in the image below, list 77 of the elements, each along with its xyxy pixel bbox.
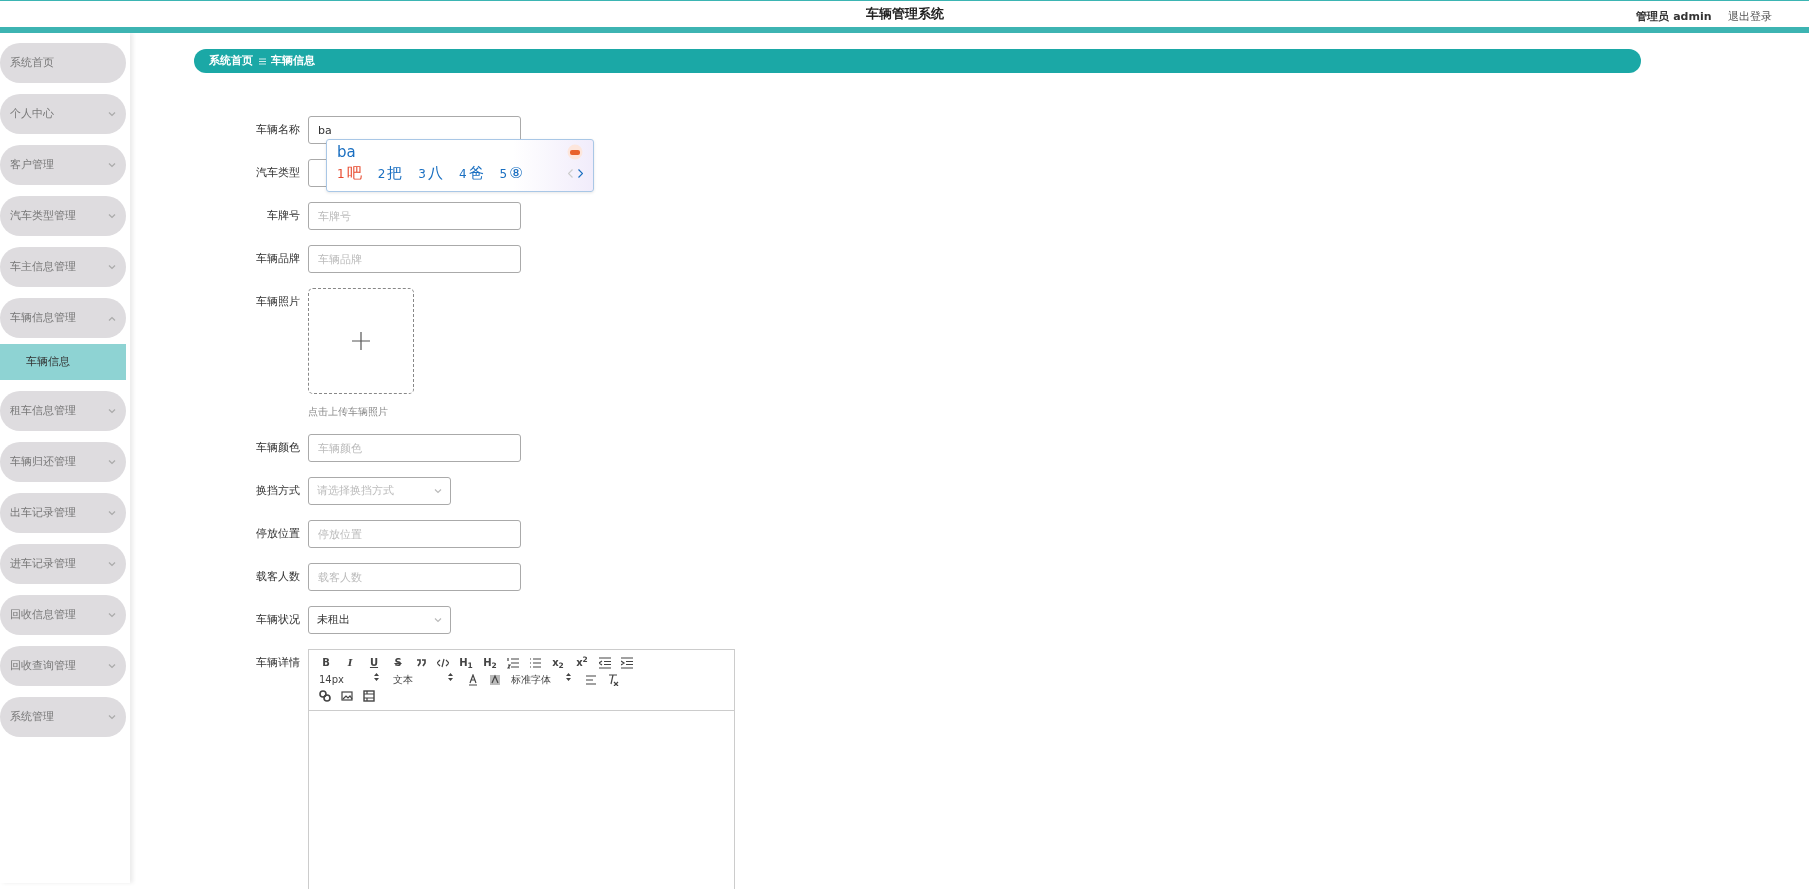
sidebar-item[interactable]: 车主信息管理 <box>0 247 126 287</box>
image-icon[interactable] <box>341 689 353 702</box>
input-field[interactable]: 载客人数 <box>308 563 521 591</box>
sidebar-item[interactable]: 个人中心 <box>0 94 126 134</box>
rich-text-editor[interactable]: B I U S H$_{1}$ H$_{2}$ x$_{2}$ x$^{2}$ 14px 文本 标准字体 <box>308 649 735 889</box>
field-label: 汽车类型 <box>255 165 301 181</box>
ime-composition: ba <box>337 142 356 162</box>
bullet-list-icon[interactable] <box>529 657 541 669</box>
toolbar-button[interactable]: x$_{2}$ <box>551 656 565 670</box>
upload-area[interactable] <box>308 288 414 394</box>
sidebar-item[interactable]: 出车记录管理 <box>0 493 126 533</box>
sidebar-item[interactable]: 回收信息管理 <box>0 595 126 635</box>
toolbar-dropdown[interactable]: 标准字体 <box>511 672 571 687</box>
field-label: 车牌号 <box>266 208 301 224</box>
field-label: 车辆照片 <box>255 294 301 310</box>
field-label: 车辆品牌 <box>255 251 301 267</box>
clear-format-icon[interactable] <box>607 673 619 686</box>
sidebar-item[interactable]: 客户管理 <box>0 145 126 185</box>
field-label: 车辆详情 <box>255 655 301 671</box>
ordered-list-icon[interactable] <box>507 657 519 669</box>
field-label: 停放位置 <box>255 526 301 542</box>
field-label: 车辆名称 <box>255 122 301 138</box>
next-icon[interactable] <box>578 168 583 178</box>
select-field[interactable]: 未租出 <box>308 606 451 634</box>
code-icon[interactable] <box>437 657 449 669</box>
sidebar-item[interactable]: 系统首页 <box>0 43 126 83</box>
ime-candidate[interactable]: 2把 <box>377 162 403 185</box>
toolbar-button[interactable]: x$^{2}$ <box>575 656 589 670</box>
toolbar-button[interactable]: S <box>391 656 405 670</box>
link-icon[interactable] <box>319 689 331 702</box>
sidebar-item[interactable]: 进车记录管理 <box>0 544 126 584</box>
ime-logo-icon <box>567 144 583 160</box>
field-label: 换挡方式 <box>255 483 301 499</box>
field-label: 车辆颜色 <box>255 440 301 456</box>
sidebar-item[interactable]: 租车信息管理 <box>0 391 126 431</box>
sidebar-item[interactable]: 回收查询管理 <box>0 646 126 686</box>
video-icon[interactable] <box>363 689 375 702</box>
menu-icon <box>258 57 266 65</box>
sort-icon <box>448 672 453 681</box>
plus-icon <box>352 332 370 350</box>
field-label: 车辆状况 <box>255 612 301 628</box>
toolbar-dropdown[interactable]: 文本 <box>393 672 453 687</box>
chevron-icon <box>434 488 442 494</box>
sort-icon <box>374 672 379 681</box>
quote-icon[interactable] <box>415 657 427 669</box>
user-label: 管理员 admin <box>1636 9 1712 25</box>
toolbar-button[interactable]: B <box>319 656 333 670</box>
input-field[interactable]: 车辆颜色 <box>308 434 521 462</box>
ime-candidate[interactable]: 3 八 <box>418 162 443 185</box>
submenu-item[interactable]: 车辆信息 <box>0 344 126 380</box>
toolbar-dropdown[interactable]: 14px <box>319 672 379 687</box>
outdent-icon[interactable] <box>599 657 611 669</box>
indent-icon[interactable] <box>621 657 633 669</box>
chevron-icon <box>434 617 442 623</box>
toolbar-button[interactable]: U <box>367 656 381 670</box>
sort-icon <box>566 672 571 681</box>
background-color-icon[interactable] <box>489 673 501 686</box>
sidebar-item[interactable]: 系统管理 <box>0 697 126 737</box>
logout-link[interactable]: 退出登录 <box>1728 9 1772 26</box>
ime-candidate[interactable]: 4 爸 <box>458 162 484 185</box>
breadcrumb-item[interactable]: 系统首页 <box>209 52 253 70</box>
font-color-icon[interactable] <box>467 673 479 686</box>
app-title: 车辆管理系统 <box>865 5 944 24</box>
sidebar-item[interactable]: 车辆信息管理 <box>0 298 126 338</box>
breadcrumb-item: 车辆信息 <box>271 52 315 69</box>
input-field[interactable]: 停放位置 <box>308 520 521 548</box>
toolbar-button[interactable]: I <box>343 656 357 670</box>
sidebar-item[interactable]: 车辆归还管理 <box>0 442 126 482</box>
ime-candidate[interactable]: 1 吧 <box>337 162 362 185</box>
upload-hint: 点击上传车辆照片 <box>308 405 389 419</box>
sidebar-item[interactable]: 汽车类型管理 <box>0 196 126 236</box>
toolbar-button[interactable]: H$_{1}$ <box>459 656 473 670</box>
field-label: 载客人数 <box>255 569 301 585</box>
align-icon[interactable] <box>585 673 597 686</box>
toolbar-button[interactable]: H$_{2}$ <box>483 656 497 670</box>
input-field[interactable]: 车辆品牌 <box>308 245 521 273</box>
ime-candidate[interactable]: 5 ⑧ <box>499 162 523 185</box>
